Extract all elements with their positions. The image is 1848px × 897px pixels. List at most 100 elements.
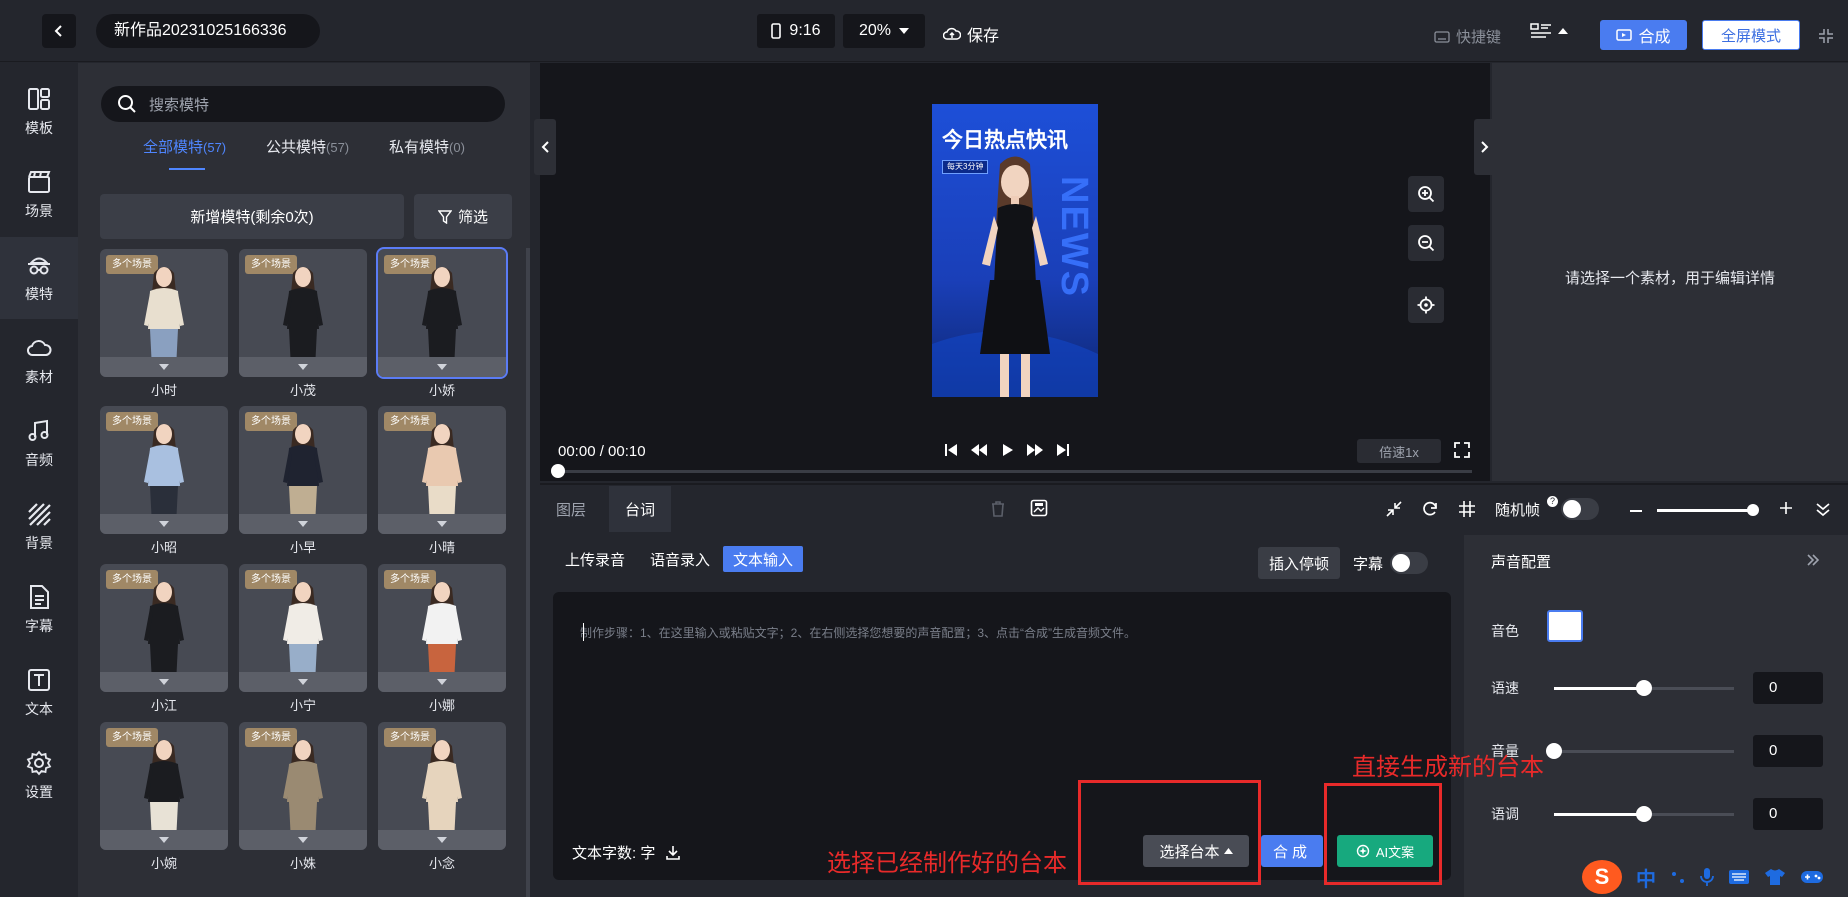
fullscreen-icon[interactable] bbox=[1454, 442, 1470, 458]
progress-track[interactable] bbox=[558, 470, 1472, 473]
tab-script[interactable]: 台词 bbox=[609, 486, 672, 532]
refresh-icon[interactable] bbox=[1421, 500, 1439, 518]
skip-start-icon[interactable] bbox=[944, 443, 958, 457]
expand-card-button[interactable] bbox=[100, 830, 228, 850]
expand-card-button[interactable] bbox=[100, 514, 228, 534]
expand-card-button[interactable] bbox=[239, 830, 367, 850]
timeline-zoom-slider[interactable] bbox=[1657, 504, 1759, 516]
subtab-upload-recording[interactable]: 上传录音 bbox=[555, 546, 635, 572]
collapse-voice-config-button[interactable] bbox=[1806, 553, 1820, 567]
expand-card-button[interactable] bbox=[100, 357, 228, 377]
expand-card-button[interactable] bbox=[239, 672, 367, 692]
expand-card-button[interactable] bbox=[378, 357, 506, 377]
voice-param-slider[interactable] bbox=[1554, 806, 1734, 822]
zoom-select[interactable]: 20% bbox=[843, 14, 925, 48]
grid-icon[interactable] bbox=[1458, 500, 1476, 518]
model-card[interactable]: 多个场景 bbox=[378, 722, 506, 850]
insert-pause-button[interactable]: 插入停顿 bbox=[1258, 547, 1340, 579]
random-frame-toggle[interactable] bbox=[1561, 498, 1599, 520]
nav-item-material[interactable]: 素材 bbox=[0, 320, 78, 402]
nav-item-scene[interactable]: 场景 bbox=[0, 154, 78, 236]
voice-param-slider[interactable] bbox=[1546, 743, 1734, 759]
filter-button[interactable]: 筛选 bbox=[414, 194, 512, 239]
save-button[interactable]: 保存 bbox=[943, 22, 999, 46]
rewind-icon[interactable] bbox=[970, 443, 988, 457]
playback-speed-button[interactable]: 倍速1x bbox=[1357, 439, 1441, 463]
download-icon[interactable] bbox=[665, 845, 681, 861]
ime-keyboard-icon[interactable] bbox=[1728, 869, 1750, 885]
ime-punctuation-icon[interactable] bbox=[1670, 869, 1686, 885]
tab-all-models[interactable]: 全部模特(57) bbox=[143, 136, 226, 157]
back-button[interactable] bbox=[42, 14, 76, 48]
voice-param-value[interactable]: 0 bbox=[1753, 672, 1823, 704]
ime-chinese-mode[interactable]: 中 bbox=[1636, 863, 1656, 892]
play-icon[interactable] bbox=[1000, 443, 1014, 457]
model-card[interactable]: 多个场景 bbox=[239, 406, 367, 534]
model-card[interactable]: 多个场景 bbox=[100, 722, 228, 850]
expand-card-button[interactable] bbox=[378, 514, 506, 534]
model-card[interactable]: 多个场景 bbox=[378, 564, 506, 692]
fast-forward-icon[interactable] bbox=[1026, 443, 1044, 457]
nav-item-model[interactable]: 模特 bbox=[0, 237, 78, 319]
video-canvas[interactable]: 今日热点快讯 每天3分钟 NEWS bbox=[932, 104, 1098, 397]
shortcut-button[interactable]: 快捷键 bbox=[1434, 26, 1501, 47]
minus-icon[interactable] bbox=[1630, 510, 1642, 512]
model-card[interactable]: 多个场景 bbox=[100, 249, 228, 377]
ime-logo-icon[interactable]: S bbox=[1582, 860, 1622, 894]
expand-card-button[interactable] bbox=[239, 357, 367, 377]
nav-item-audio[interactable]: 音频 bbox=[0, 403, 78, 485]
model-card[interactable]: 多个场景 bbox=[239, 564, 367, 692]
compose-button[interactable]: 合成 bbox=[1600, 20, 1687, 50]
model-panel-scrollbar[interactable] bbox=[526, 248, 530, 897]
model-card[interactable]: 多个场景 bbox=[239, 722, 367, 850]
exit-fullscreen-icon[interactable] bbox=[1818, 28, 1834, 44]
synthesize-button[interactable]: 合成 bbox=[1261, 835, 1323, 867]
subtitle-toggle[interactable] bbox=[1390, 552, 1428, 574]
ime-microphone-icon[interactable] bbox=[1700, 867, 1714, 887]
voice-param-slider[interactable] bbox=[1554, 680, 1734, 696]
search-input[interactable]: 搜索模特 bbox=[149, 94, 209, 115]
expand-card-button[interactable] bbox=[378, 830, 506, 850]
delete-icon[interactable] bbox=[990, 500, 1006, 518]
layout-menu-button[interactable] bbox=[1530, 22, 1568, 40]
aspect-ratio-select[interactable]: 9:16 bbox=[757, 14, 835, 48]
voice-param-value[interactable]: 0 bbox=[1753, 735, 1823, 767]
model-card[interactable]: 多个场景 bbox=[239, 249, 367, 377]
ime-skin-icon[interactable] bbox=[1764, 868, 1786, 886]
zoom-out-button[interactable] bbox=[1408, 225, 1444, 261]
expand-card-button[interactable] bbox=[239, 514, 367, 534]
expand-card-button[interactable] bbox=[378, 672, 506, 692]
model-search-bar[interactable]: 搜索模特 bbox=[101, 86, 505, 122]
tab-public-models[interactable]: 公共模特(57) bbox=[266, 136, 349, 157]
nav-item-background[interactable]: 背景 bbox=[0, 486, 78, 568]
nav-item-settings[interactable]: 设置 bbox=[0, 735, 78, 817]
model-card[interactable]: 多个场景 bbox=[100, 406, 228, 534]
plus-icon[interactable] bbox=[1779, 501, 1793, 515]
recenter-button[interactable] bbox=[1408, 287, 1444, 323]
double-chevron-down-icon[interactable] bbox=[1815, 501, 1831, 517]
project-title[interactable]: 新作品20231025166336 bbox=[96, 14, 320, 48]
timbre-select[interactable] bbox=[1547, 610, 1583, 642]
progress-handle[interactable] bbox=[551, 464, 565, 478]
image-frame-icon[interactable] bbox=[1030, 499, 1048, 517]
expand-card-button[interactable] bbox=[100, 672, 228, 692]
nav-item-text[interactable]: 文本 bbox=[0, 652, 78, 734]
model-card[interactable]: 多个场景 bbox=[376, 247, 508, 379]
nav-item-subtitle[interactable]: 字幕 bbox=[0, 569, 78, 651]
collapse-left-panel-button[interactable] bbox=[534, 119, 556, 175]
nav-item-template[interactable]: 模板 bbox=[0, 71, 78, 153]
tab-layers[interactable]: 图层 bbox=[540, 486, 602, 532]
model-card[interactable]: 多个场景 bbox=[378, 406, 506, 534]
fullscreen-mode-button[interactable]: 全屏模式 bbox=[1702, 20, 1800, 50]
help-icon[interactable]: ? bbox=[1547, 496, 1558, 507]
tab-private-models[interactable]: 私有模特(0) bbox=[389, 136, 465, 157]
shrink-icon[interactable] bbox=[1385, 500, 1403, 518]
add-model-button[interactable]: 新增模特(剩余0次) bbox=[100, 194, 404, 239]
model-card[interactable]: 多个场景 bbox=[100, 564, 228, 692]
subtab-text-input[interactable]: 文本输入 bbox=[723, 546, 804, 572]
skip-end-icon[interactable] bbox=[1056, 443, 1070, 457]
subtab-voice-input[interactable]: 语音录入 bbox=[640, 546, 720, 572]
voice-param-value[interactable]: 0 bbox=[1753, 798, 1823, 830]
ime-game-icon[interactable] bbox=[1800, 869, 1824, 885]
zoom-in-button[interactable] bbox=[1408, 176, 1444, 212]
